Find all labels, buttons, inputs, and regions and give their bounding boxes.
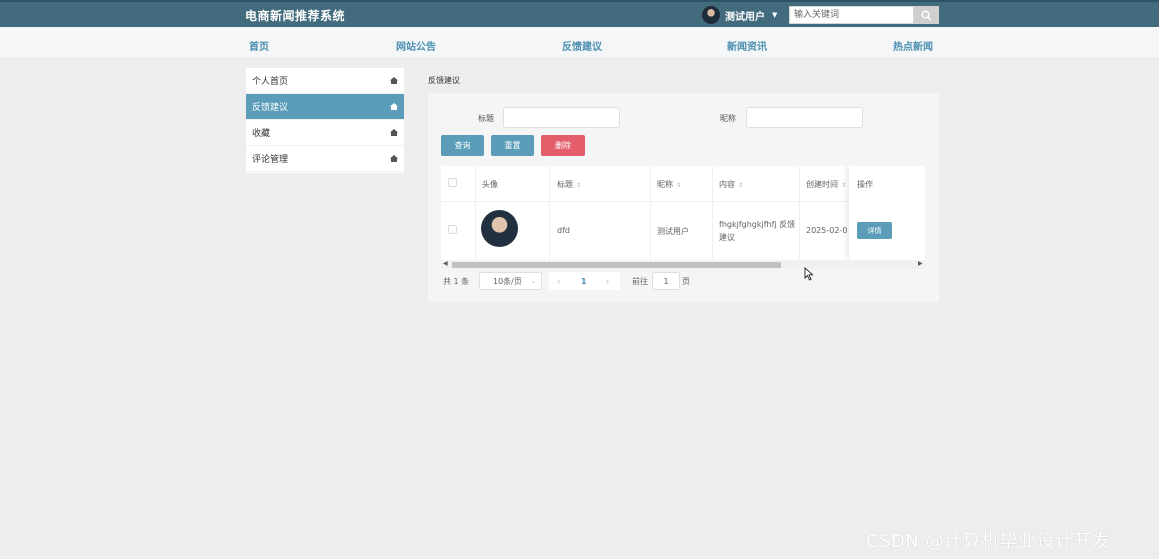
sidebar: 个人首页 反馈建议 收藏 评论管理: [246, 68, 404, 173]
goto-page-value: 1: [663, 276, 669, 286]
scrollbar-thumb[interactable]: [452, 262, 781, 268]
nav-announcements[interactable]: 网站公告: [396, 38, 436, 53]
home-icon: [390, 155, 398, 162]
row-avatar: [481, 210, 518, 247]
sidebar-item-label: 评论管理: [252, 155, 289, 165]
nav-feedback[interactable]: 反馈建议: [562, 38, 602, 53]
user-avatar[interactable]: [702, 6, 720, 24]
column-divider: [475, 166, 476, 260]
column-header-title[interactable]: 标题 ⇕: [557, 179, 581, 190]
search-input[interactable]: [789, 6, 914, 24]
next-page-icon[interactable]: ›: [606, 277, 609, 286]
title-filter-label: 标题: [478, 114, 494, 123]
sidebar-item-label: 个人首页: [252, 77, 289, 87]
home-icon: [390, 77, 398, 84]
column-header-avatar: 头像: [482, 180, 498, 189]
current-page[interactable]: 1: [581, 277, 587, 286]
home-icon: [390, 129, 398, 136]
pagination-total: 共 1 条: [443, 277, 470, 286]
sidebar-item-label: 反馈建议: [252, 103, 289, 113]
chevron-down-icon: ⌄: [530, 277, 536, 285]
sidebar-item-favorites[interactable]: 收藏: [246, 120, 404, 146]
query-button[interactable]: 查询: [441, 135, 484, 156]
column-divider: [799, 166, 800, 260]
main-nav: 首页 网站公告 反馈建议 新闻资讯 热点新闻: [0, 27, 1159, 59]
scroll-left-icon[interactable]: ◀: [443, 260, 448, 267]
sidebar-item-comments[interactable]: 评论管理: [246, 146, 404, 172]
column-header-label: 标题: [557, 180, 573, 189]
chevron-down-icon[interactable]: ▼: [772, 11, 777, 19]
nickname-filter-input[interactable]: [746, 107, 863, 128]
sidebar-item-profile[interactable]: 个人首页: [246, 68, 404, 94]
detail-button[interactable]: 详情: [857, 222, 892, 239]
operations-column: 操作 详情: [849, 166, 925, 260]
column-divider: [712, 166, 713, 260]
column-header-operations: 操作: [857, 180, 873, 189]
mouse-cursor-icon: [804, 267, 814, 281]
delete-button[interactable]: 删除: [541, 135, 585, 156]
row-nickname: 测试用户: [657, 227, 689, 236]
column-header-content[interactable]: 内容 ⇕: [719, 179, 743, 190]
top-header: 电商新闻推荐系统 测试用户 ▼: [0, 0, 1159, 27]
user-menu[interactable]: 测试用户 ▼: [702, 5, 777, 25]
sort-icon[interactable]: ⇕: [676, 182, 681, 189]
user-name[interactable]: 测试用户: [725, 8, 765, 23]
column-divider: [549, 166, 550, 260]
sidebar-item-feedback[interactable]: 反馈建议: [246, 94, 404, 120]
sort-icon[interactable]: ⇕: [576, 182, 581, 189]
column-divider: [650, 166, 651, 260]
column-header-label: 创建时间: [806, 180, 838, 189]
row-title: dfd: [557, 226, 570, 235]
row-content: fhgkjfghgkjfhfj 反馈建议: [719, 220, 796, 242]
sort-icon[interactable]: ⇕: [841, 182, 846, 189]
column-header-created[interactable]: 创建时间 ⇕: [806, 179, 846, 190]
row-created: 2025-02-0: [806, 226, 848, 235]
watermark: CSDN @计算机毕业设计开发: [866, 531, 1111, 552]
prev-page-icon[interactable]: ‹: [557, 277, 560, 286]
feedback-table: 头像 标题 ⇕ 昵称 ⇕ 内容 ⇕ 创建时间 ⇕ dfd 测试用户 fhgkjfghgk…: [441, 166, 925, 260]
page-suffix: 页: [682, 277, 690, 286]
column-header-nickname[interactable]: 昵称 ⇕: [657, 179, 681, 190]
sidebar-item-label: 收藏: [252, 129, 271, 139]
site-title[interactable]: 电商新闻推荐系统: [245, 7, 345, 24]
pager: ‹ 1 ›: [549, 272, 620, 290]
title-filter-input[interactable]: [503, 107, 620, 128]
breadcrumb: 反馈建议: [428, 76, 460, 85]
page-size-value: 10条/页: [493, 276, 522, 286]
feedback-panel: 标题 昵称 查询 重置 删除 头像 标题 ⇕ 昵称 ⇕ 内容 ⇕ 创建时间 ⇕ dfd …: [428, 93, 939, 302]
nickname-filter-label: 昵称: [720, 114, 736, 123]
row-checkbox[interactable]: [448, 225, 457, 234]
search-icon: [921, 10, 932, 20]
scroll-right-icon[interactable]: ▶: [918, 260, 923, 267]
goto-page-input[interactable]: 1: [652, 272, 680, 290]
nav-hot-news[interactable]: 热点新闻: [893, 38, 933, 53]
search-button[interactable]: [914, 6, 939, 24]
sort-icon[interactable]: ⇕: [738, 182, 743, 189]
select-all-checkbox[interactable]: [448, 178, 457, 187]
nav-news[interactable]: 新闻资讯: [727, 38, 767, 53]
page-size-select[interactable]: 10条/页 ⌄: [479, 272, 542, 290]
column-header-label: 昵称: [657, 180, 673, 189]
home-icon: [390, 103, 398, 110]
reset-button[interactable]: 重置: [491, 135, 534, 156]
goto-label: 前往: [632, 277, 648, 286]
column-header-label: 内容: [719, 180, 735, 189]
table-scrollbar[interactable]: ◀ ▶: [441, 260, 925, 269]
nav-home[interactable]: 首页: [249, 38, 269, 53]
